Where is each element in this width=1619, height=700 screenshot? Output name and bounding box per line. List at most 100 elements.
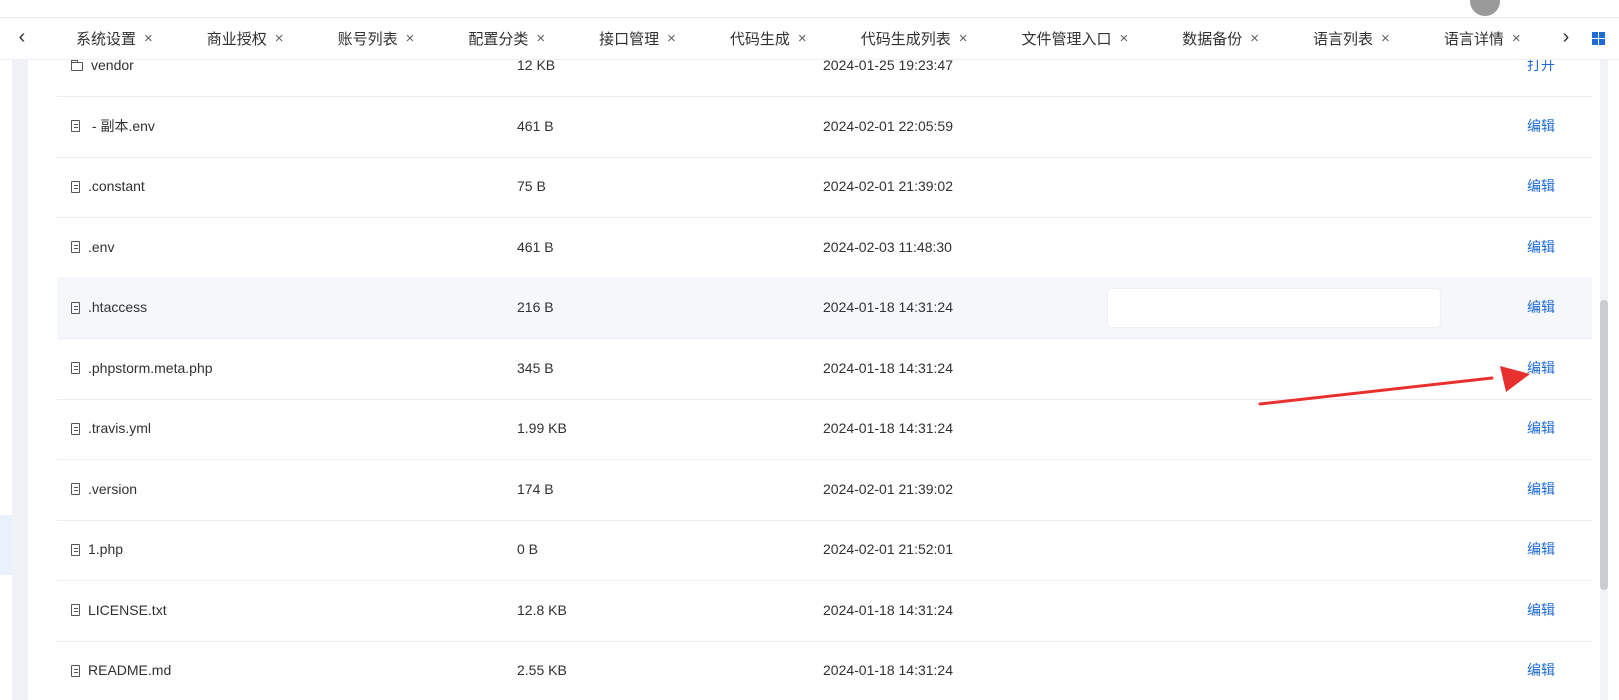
file-modified-time: 2024-01-18 14:31:24: [823, 299, 953, 315]
file-size: 1.99 KB: [517, 420, 567, 436]
tab-item[interactable]: 接口管理 ×: [583, 28, 676, 49]
tab-label: 代码生成列表: [860, 31, 951, 48]
file-name: .htaccess: [88, 299, 148, 315]
tab-label: 系统设置: [76, 31, 137, 48]
table-row[interactable]: vendor 12 KB 2024-01-25 19:23:47 打开: [57, 60, 1592, 97]
edit-file-link[interactable]: 编辑: [1527, 156, 1555, 217]
tab-label: 语言列表: [1313, 31, 1374, 48]
file-size: 174 B: [517, 480, 554, 497]
tab-item[interactable]: 文件管理入口 ×: [1005, 28, 1128, 49]
tab-item[interactable]: 语言详情 ×: [1428, 28, 1521, 49]
table-row[interactable]: - 副本.env 461 B 2024-02-01 22:05:59 编辑: [57, 96, 1592, 158]
file-icon: [71, 604, 80, 616]
tabs-prev-arrow-icon[interactable]: ‹: [12, 25, 32, 49]
file-size: 12 KB: [517, 60, 556, 73]
tab-close-icon[interactable]: ×: [275, 30, 284, 47]
tab-item[interactable]: 数据备份 ×: [1166, 28, 1259, 49]
tab-close-icon[interactable]: ×: [1512, 30, 1521, 47]
file-size: 75 B: [517, 178, 546, 194]
file-modified-time: 2024-01-18 14:31:24: [823, 662, 953, 678]
tab-close-icon[interactable]: ×: [536, 30, 545, 47]
top-header: [0, 0, 1619, 18]
file-size: 345 B: [517, 359, 554, 376]
tab-item[interactable]: 代码生成 ×: [714, 28, 807, 49]
file-name-cell: LICENSE.txt: [71, 580, 167, 641]
tabs-menu-grid-icon[interactable]: [1592, 32, 1605, 45]
file-size: 461 B: [517, 238, 554, 255]
tab-close-icon[interactable]: ×: [144, 30, 153, 47]
file-name: .version: [88, 480, 138, 497]
tab-item[interactable]: 系统设置 ×: [60, 28, 153, 49]
tab-label: 接口管理: [599, 31, 660, 48]
tab-label: 账号列表: [337, 31, 398, 48]
file-name-cell: - 副本.env: [71, 96, 155, 157]
tab-label: 配置分类: [468, 31, 529, 48]
table-row[interactable]: 1.php 0 B 2024-02-01 21:52:01 编辑: [57, 519, 1592, 581]
tabs-viewport: 系统设置 × 商业授权 × 账号列表 × 配置分类 × 接口管理 × 代码生成 × 代码生成列表 × 文件管…: [60, 18, 1553, 59]
table-row[interactable]: .env 461 B 2024-02-03 11:48:30 编辑: [57, 217, 1592, 279]
file-modified-time: 2024-02-01 21:39:02: [823, 178, 953, 194]
file-icon: [71, 301, 80, 314]
tab-close-icon[interactable]: ×: [406, 30, 415, 47]
file-name: README.md: [88, 662, 172, 678]
edit-file-link[interactable]: 编辑: [1527, 338, 1555, 399]
edit-file-link[interactable]: 编辑: [1527, 640, 1555, 700]
file-modified-time: 2024-02-01 21:52:01: [823, 541, 953, 557]
open-folder-link[interactable]: 打开: [1527, 60, 1555, 96]
file-icon: [71, 120, 80, 132]
file-name-cell: .htaccess: [71, 277, 147, 338]
file-size: 0 B: [517, 541, 539, 557]
file-name: .constant: [88, 178, 145, 194]
tab-item[interactable]: 代码生成列表 ×: [845, 28, 968, 49]
tabs-next-arrow-icon[interactable]: ›: [1556, 25, 1576, 49]
tab-close-icon[interactable]: ×: [1250, 30, 1259, 47]
file-name: LICENSE.txt: [88, 601, 167, 618]
edit-file-link[interactable]: 编辑: [1527, 459, 1555, 520]
tab-item[interactable]: 语言列表 ×: [1297, 28, 1390, 49]
file-name-cell: README.md: [71, 640, 171, 700]
tab-item[interactable]: 账号列表 ×: [322, 28, 415, 49]
edit-file-link[interactable]: 编辑: [1527, 217, 1555, 278]
file-modified-time: 2024-01-18 14:31:24: [823, 420, 953, 436]
file-name: .env: [88, 238, 115, 255]
edit-file-link[interactable]: 编辑: [1527, 519, 1555, 580]
file-name: .phpstorm.meta.php: [88, 359, 213, 376]
file-name-cell: .phpstorm.meta.php: [71, 338, 213, 399]
file-name-cell: 1.php: [71, 519, 123, 580]
page-scrollbar[interactable]: [1592, 60, 1619, 700]
table-row[interactable]: .phpstorm.meta.php 345 B 2024-01-18 14:31:…: [57, 338, 1592, 400]
file-size: 2.55 KB: [517, 662, 567, 678]
table-row[interactable]: .travis.yml 1.99 KB 2024-01-18 14:31:24 编辑: [57, 398, 1592, 460]
tab-close-icon[interactable]: ×: [1119, 30, 1128, 47]
tab-close-icon[interactable]: ×: [1381, 30, 1390, 47]
sidebar-active-indicator: [0, 515, 12, 575]
edit-file-link[interactable]: 编辑: [1527, 96, 1555, 157]
folder-icon: [71, 60, 83, 71]
file-icon: [71, 664, 80, 677]
table-row[interactable]: LICENSE.txt 12.8 KB 2024-01-18 14:31:24 编辑: [57, 580, 1592, 642]
user-avatar[interactable]: [1470, 0, 1500, 16]
table-row[interactable]: README.md 2.55 KB 2024-01-18 14:31:24 编辑: [57, 640, 1592, 700]
tab-item[interactable]: 商业授权 ×: [191, 28, 284, 49]
tab-close-icon[interactable]: ×: [798, 30, 807, 47]
sidebar-edge: [0, 60, 12, 700]
file-size: 12.8 KB: [517, 601, 567, 618]
file-size: 216 B: [517, 299, 554, 315]
table-row[interactable]: .version 174 B 2024-02-01 21:39:02 编辑: [57, 459, 1592, 521]
file-icon: [71, 422, 80, 435]
main-content: vendor 12 KB 2024-01-25 19:23:47 打开 - 副本.en…: [28, 60, 1592, 700]
table-row[interactable]: .constant 75 B 2024-02-01 21:39:02 编辑: [57, 156, 1592, 218]
tabs-strip: 系统设置 × 商业授权 × 账号列表 × 配置分类 × 接口管理 × 代码生成 × 代码生成列表 × 文件管…: [60, 18, 1553, 59]
tabs-bar: ‹ 系统设置 × 商业授权 × 账号列表 × 配置分类 × 接口管理 × 代码生成 × 代码生成列表 × 文…: [0, 18, 1619, 60]
tab-close-icon[interactable]: ×: [667, 30, 676, 47]
scrollbar-thumb[interactable]: [1600, 300, 1608, 590]
file-modified-time: 2024-02-01 21:39:02: [823, 480, 953, 497]
file-modified-time: 2024-02-03 11:48:30: [823, 238, 952, 255]
edit-file-link[interactable]: 编辑: [1527, 580, 1555, 641]
tab-label: 语言详情: [1443, 31, 1504, 48]
tab-close-icon[interactable]: ×: [959, 30, 968, 47]
file-name: - 副本.env: [88, 117, 155, 134]
edit-file-link[interactable]: 编辑: [1527, 277, 1555, 338]
edit-file-link[interactable]: 编辑: [1527, 398, 1555, 459]
tab-item[interactable]: 配置分类 ×: [452, 28, 545, 49]
